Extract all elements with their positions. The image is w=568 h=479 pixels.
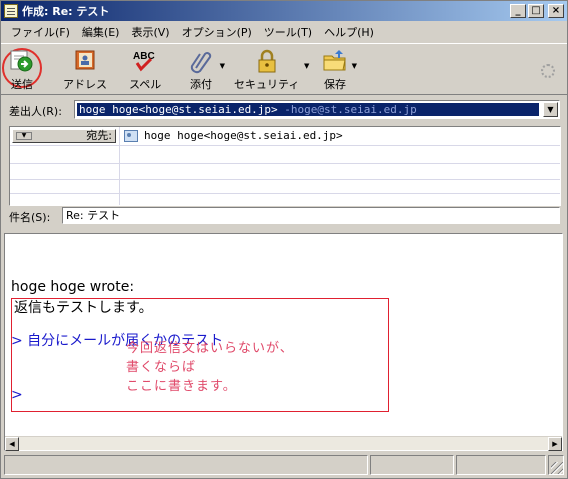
- save-folder-icon: [321, 48, 349, 74]
- paperclip-icon: [187, 48, 215, 74]
- send-label: 送信: [11, 78, 33, 91]
- address-book-icon: [71, 48, 99, 74]
- status-pane-3: [456, 455, 546, 475]
- recipient-address: hoge hoge<hoge@st.seiai.ed.jp>: [144, 129, 343, 142]
- spell-label: スペル: [129, 78, 162, 91]
- menu-view[interactable]: 表示(V): [125, 24, 175, 40]
- attach-dropdown-arrow[interactable]: ▼: [220, 62, 225, 70]
- menu-tools[interactable]: ツール(T): [258, 24, 318, 40]
- security-dropdown-arrow[interactable]: ▼: [304, 62, 309, 70]
- menu-bar: ファイル(F) 編集(E) 表示(V) オプション(P) ツール(T) ヘルプ(…: [1, 22, 567, 41]
- send-icon: [8, 48, 36, 74]
- contact-card-icon: [124, 129, 138, 142]
- chevron-down-icon: ▼: [16, 132, 32, 140]
- reply-line: 返信もテストします。: [14, 300, 153, 316]
- grid-line: [10, 193, 560, 194]
- reply-highlight-box: 返信もテストします。 今回返信文はいらないが、 書くならば ここに書きます。: [11, 298, 389, 412]
- menu-options[interactable]: オプション(P): [176, 24, 258, 40]
- save-dropdown-arrow[interactable]: ▼: [352, 62, 357, 70]
- from-account: -hoge@st.seiai.ed.jp: [277, 103, 417, 116]
- throbber-icon: [541, 64, 555, 78]
- message-body[interactable]: hoge hoge wrote: > 自分にメールが届くかのテスト > 返信もテ…: [4, 233, 563, 451]
- send-button[interactable]: 送信: [8, 48, 36, 92]
- from-label: 差出人(R):: [9, 105, 62, 118]
- security-button[interactable]: セキュリティ ▼: [234, 48, 309, 92]
- recipient-entry[interactable]: hoge hoge<hoge@st.seiai.ed.jp>: [124, 129, 343, 142]
- resize-grip[interactable]: [551, 462, 563, 474]
- menu-file[interactable]: ファイル(F): [5, 24, 76, 40]
- horizontal-scrollbar[interactable]: ◀ ▶: [5, 436, 562, 451]
- from-row: 差出人(R): hoge hoge<hoge@st.seiai.ed.jp> -…: [1, 100, 567, 120]
- status-bar: [4, 455, 564, 475]
- security-label: セキュリティ: [234, 78, 300, 91]
- chevron-down-icon[interactable]: ▼: [543, 102, 558, 117]
- save-button[interactable]: 保存 ▼: [321, 48, 357, 92]
- menu-help[interactable]: ヘルプ(H): [318, 24, 380, 40]
- from-value: hoge hoge<hoge@st.seiai.ed.jp>: [79, 103, 278, 116]
- grid-line: [10, 179, 560, 180]
- save-label: 保存: [324, 78, 346, 91]
- status-pane-2: [370, 455, 454, 475]
- grid-divider: [119, 127, 120, 205]
- lock-icon: [253, 48, 281, 74]
- status-pane-main: [4, 455, 368, 475]
- maximize-button[interactable]: □: [528, 4, 544, 18]
- window-title: 作成: Re: テスト: [22, 5, 110, 18]
- window-controls: _ □ ×: [510, 4, 564, 18]
- grid-line: [10, 145, 560, 146]
- close-button[interactable]: ×: [548, 4, 564, 18]
- recipient-type-select[interactable]: ▼ 宛先:: [12, 129, 116, 143]
- wrote-line: hoge hoge wrote:: [11, 279, 135, 295]
- toolbar: 送信 アドレス ABC スペル 添付 ▼ セキュリティ ▼ 保存 ▼: [1, 43, 567, 95]
- grid-line: [10, 163, 560, 164]
- from-select[interactable]: hoge hoge<hoge@st.seiai.ed.jp> -hoge@st.…: [74, 100, 560, 119]
- recipient-type-label: 宛先:: [86, 129, 112, 142]
- from-selected-value: hoge hoge<hoge@st.seiai.ed.jp> -hoge@st.…: [77, 103, 539, 116]
- address-button[interactable]: アドレス: [63, 48, 107, 92]
- spell-button[interactable]: ABC スペル: [129, 48, 161, 92]
- minimize-button[interactable]: _: [510, 4, 526, 18]
- address-label: アドレス: [63, 78, 107, 91]
- title-bar[interactable]: 作成: Re: テスト _ □ ×: [1, 1, 567, 21]
- subject-label: 件名(S):: [9, 211, 51, 224]
- attach-label: 添付: [190, 78, 212, 91]
- spell-check-icon: ABC: [131, 48, 159, 74]
- subject-input[interactable]: Re: テスト: [62, 207, 560, 224]
- subject-row: 件名(S): Re: テスト: [1, 207, 567, 225]
- scroll-left-button[interactable]: ◀: [5, 437, 19, 451]
- compose-app-icon: [4, 4, 18, 18]
- attach-button[interactable]: 添付 ▼: [187, 48, 225, 92]
- recipients-list[interactable]: ▼ 宛先: hoge hoge<hoge@st.seiai.ed.jp>: [9, 126, 561, 206]
- scroll-right-button[interactable]: ▶: [548, 437, 562, 451]
- menu-edit[interactable]: 編集(E): [76, 24, 126, 40]
- handwritten-annotation: 今回返信文はいらないが、 書くならば ここに書きます。: [126, 341, 294, 394]
- compose-window: 作成: Re: テスト _ □ × ファイル(F) 編集(E) 表示(V) オプ…: [0, 0, 568, 479]
